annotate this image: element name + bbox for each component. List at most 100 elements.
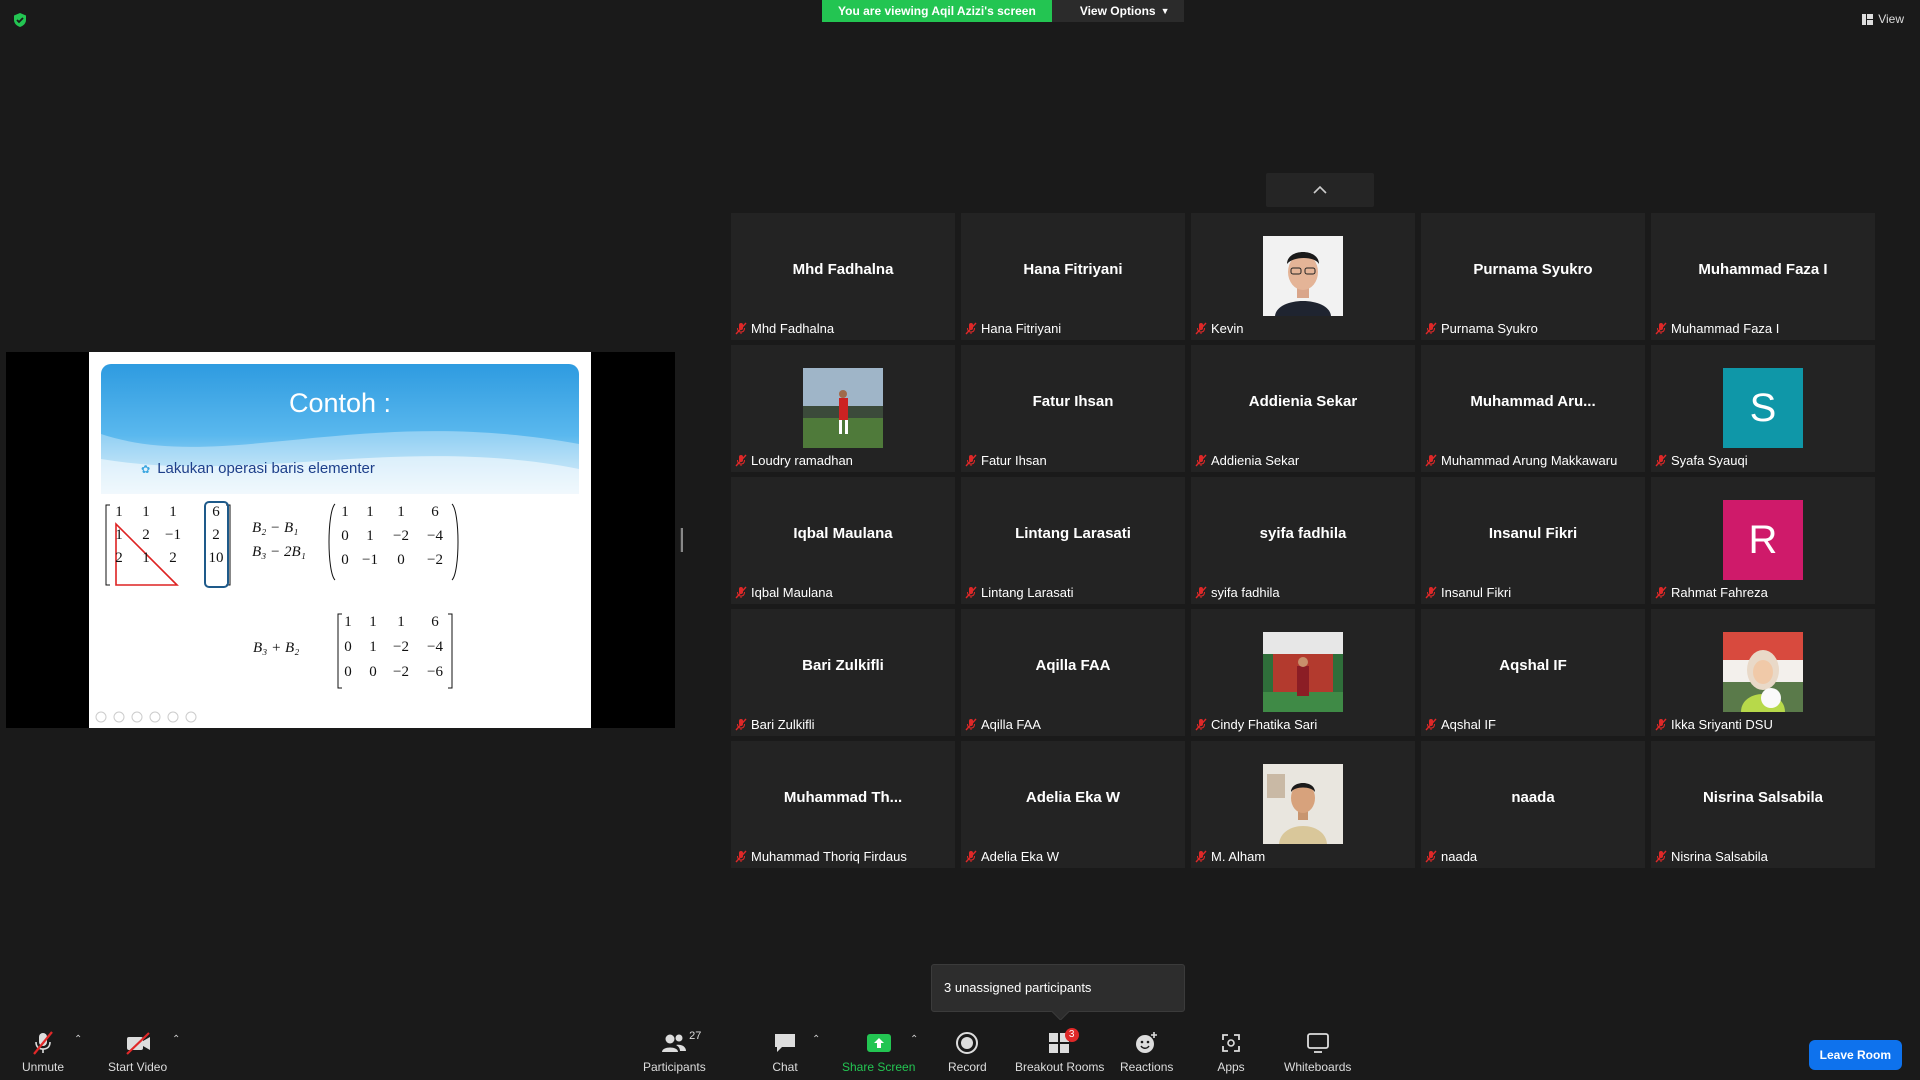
matrix-cell: 0 xyxy=(344,664,352,680)
record-button[interactable]: Record xyxy=(948,1030,987,1074)
security-shield-icon[interactable] xyxy=(12,12,28,28)
participant-tile[interactable]: Loudry ramadhan xyxy=(731,345,955,472)
resize-divider-handle[interactable] xyxy=(680,528,683,552)
view-button[interactable]: View xyxy=(1862,12,1904,26)
participant-display-name: naada xyxy=(1511,789,1555,806)
participant-tile[interactable]: Muhammad Faza I Muhammad Faza I xyxy=(1651,213,1875,340)
mic-muted-icon xyxy=(965,454,977,467)
unmute-button[interactable]: Unmute xyxy=(22,1030,64,1074)
matrix-cell: −2 xyxy=(427,552,443,568)
participant-label-text: Bari Zulkifli xyxy=(751,717,815,732)
participant-tile[interactable]: M. Alham xyxy=(1191,741,1415,868)
mic-muted-icon xyxy=(735,850,747,863)
share-options-caret-icon[interactable]: ⌃ xyxy=(910,1034,918,1045)
matrix-cell: 1 xyxy=(115,527,123,543)
participant-label-text: M. Alham xyxy=(1211,849,1266,864)
participant-name-label: Muhammad Faza I xyxy=(1655,321,1779,336)
start-video-button[interactable]: Start Video xyxy=(108,1030,167,1074)
participant-name-label: Lintang Larasati xyxy=(965,585,1074,600)
participant-video-thumbnail xyxy=(1723,632,1803,712)
participant-tile[interactable]: Purnama Syukro Purnama Syukro xyxy=(1421,213,1645,340)
mic-muted-icon xyxy=(1425,586,1437,599)
participant-tile[interactable]: Iqbal Maulana Iqbal Maulana xyxy=(731,477,955,604)
gallery-page-up-button[interactable] xyxy=(1266,173,1374,207)
matrix-cell: −2 xyxy=(393,639,409,655)
participant-tile[interactable]: Kevin xyxy=(1191,213,1415,340)
leave-room-button[interactable]: Leave Room xyxy=(1808,1040,1902,1070)
unmute-label: Unmute xyxy=(22,1060,65,1074)
chat-button[interactable]: Chat xyxy=(770,1030,800,1074)
matrix-cell: 6 xyxy=(212,504,220,520)
shared-screen[interactable]: Contoh : ✿ Lakukan operasi baris elemente… xyxy=(6,352,675,728)
participant-name-label: Addienia Sekar xyxy=(1195,453,1299,468)
matrix-cell: 1 xyxy=(341,504,349,520)
mic-muted-icon xyxy=(1195,322,1207,335)
participant-tile[interactable]: R Rahmat Fahreza xyxy=(1651,477,1875,604)
participant-display-name: Hana Fitriyani xyxy=(1023,261,1123,278)
video-options-caret-icon[interactable]: ⌃ xyxy=(172,1034,180,1045)
participant-tile[interactable]: Bari Zulkifli Bari Zulkifli xyxy=(731,609,955,736)
participants-button[interactable]: 27 Participants xyxy=(643,1030,706,1074)
mic-muted-icon xyxy=(735,718,747,731)
participant-tile[interactable]: syifa fadhila syifa fadhila xyxy=(1191,477,1415,604)
participant-tile[interactable]: Lintang Larasati Lintang Larasati xyxy=(961,477,1185,604)
participant-tile[interactable]: Hana Fitriyani Hana Fitriyani xyxy=(961,213,1185,340)
participant-tile[interactable]: Muhammad Th... Muhammad Thoriq Firdaus xyxy=(731,741,955,868)
share-screen-button[interactable]: Share Screen xyxy=(842,1030,915,1074)
participant-label-text: Aqilla FAA xyxy=(981,717,1041,732)
participant-name-label: Nisrina Salsabila xyxy=(1655,849,1768,864)
breakout-rooms-button[interactable]: 3 Breakout Rooms xyxy=(1015,1028,1104,1074)
participant-tile[interactable]: Aqshal IF Aqshal IF xyxy=(1421,609,1645,736)
share-screen-label: Share Screen xyxy=(842,1060,916,1074)
participant-label-text: Rahmat Fahreza xyxy=(1671,585,1768,600)
chat-options-caret-icon[interactable]: ⌃ xyxy=(812,1034,820,1045)
participant-tile[interactable]: Addienia Sekar Addienia Sekar xyxy=(1191,345,1415,472)
chat-icon xyxy=(775,1034,795,1052)
participant-tile[interactable]: Insanul Fikri Insanul Fikri xyxy=(1421,477,1645,604)
mic-muted-icon xyxy=(1195,586,1207,599)
participant-name-label: Syafa Syauqi xyxy=(1655,453,1748,468)
apps-button[interactable]: Apps xyxy=(1216,1030,1246,1074)
audio-options-caret-icon[interactable]: ⌃ xyxy=(74,1034,82,1045)
record-icon xyxy=(956,1032,979,1054)
participant-label-text: naada xyxy=(1441,849,1478,864)
mic-muted-icon xyxy=(1425,850,1437,863)
participant-tile[interactable]: Fatur Ihsan Fatur Ihsan xyxy=(961,345,1185,472)
participant-tile[interactable]: Ikka Sriyanti DSU xyxy=(1651,609,1875,736)
view-options-button[interactable]: View Options ▼ xyxy=(1051,0,1184,22)
participant-tile[interactable]: Cindy Fhatika Sari xyxy=(1191,609,1415,736)
participant-display-name: Purnama Syukro xyxy=(1473,261,1593,278)
participant-name-label: Aqilla FAA xyxy=(965,717,1041,732)
mic-muted-icon xyxy=(1425,718,1437,731)
participant-tile[interactable]: Mhd Fadhalna Mhd Fadhalna xyxy=(731,213,955,340)
participant-tile[interactable]: naada naada xyxy=(1421,741,1645,868)
participant-tile[interactable]: Aqilla FAA Aqilla FAA xyxy=(961,609,1185,736)
share-screen-icon xyxy=(866,1034,891,1052)
matrix-cell: 10 xyxy=(209,550,224,566)
matrix-cell: 1 xyxy=(397,504,405,520)
participant-avatar: S xyxy=(1723,368,1803,448)
chat-label: Chat xyxy=(772,1060,798,1074)
mic-muted-icon xyxy=(1195,454,1207,467)
mic-muted-icon xyxy=(1655,850,1667,863)
unassigned-participants-popup[interactable]: 3 unassigned participants xyxy=(931,964,1185,1012)
start-video-label: Start Video xyxy=(108,1060,168,1074)
participant-label-text: Adelia Eka W xyxy=(981,849,1060,864)
whiteboards-button[interactable]: Whiteboards xyxy=(1284,1030,1351,1074)
mic-muted-icon xyxy=(965,850,977,863)
participant-label-text: Hana Fitriyani xyxy=(981,321,1062,336)
matrix-cell: −6 xyxy=(427,664,443,680)
participant-label-text: Purnama Syukro xyxy=(1441,321,1538,336)
participant-label-text: Iqbal Maulana xyxy=(751,585,833,600)
participant-tile[interactable]: Nisrina Salsabila Nisrina Salsabila xyxy=(1651,741,1875,868)
participant-tile[interactable]: Muhammad Aru... Muhammad Arung Makkawaru xyxy=(1421,345,1645,472)
matrix-cell: −2 xyxy=(393,528,409,544)
matrix-work: 1 1 1 61 2 −1 22 1 2 10 B₂ − B₁ B₃ − 2B₁ 1 1 1 60 1 −2… xyxy=(95,501,459,723)
participant-label-text: Addienia Sekar xyxy=(1211,453,1300,468)
participant-video-thumbnail xyxy=(1263,764,1343,844)
matrix-cell: 1 xyxy=(366,504,374,520)
participant-tile[interactable]: S Syafa Syauqi xyxy=(1651,345,1875,472)
participant-name-label: Ikka Sriyanti DSU xyxy=(1655,717,1773,732)
participant-tile[interactable]: Adelia Eka W Adelia Eka W xyxy=(961,741,1185,868)
reactions-button[interactable]: Reactions xyxy=(1120,1030,1173,1074)
